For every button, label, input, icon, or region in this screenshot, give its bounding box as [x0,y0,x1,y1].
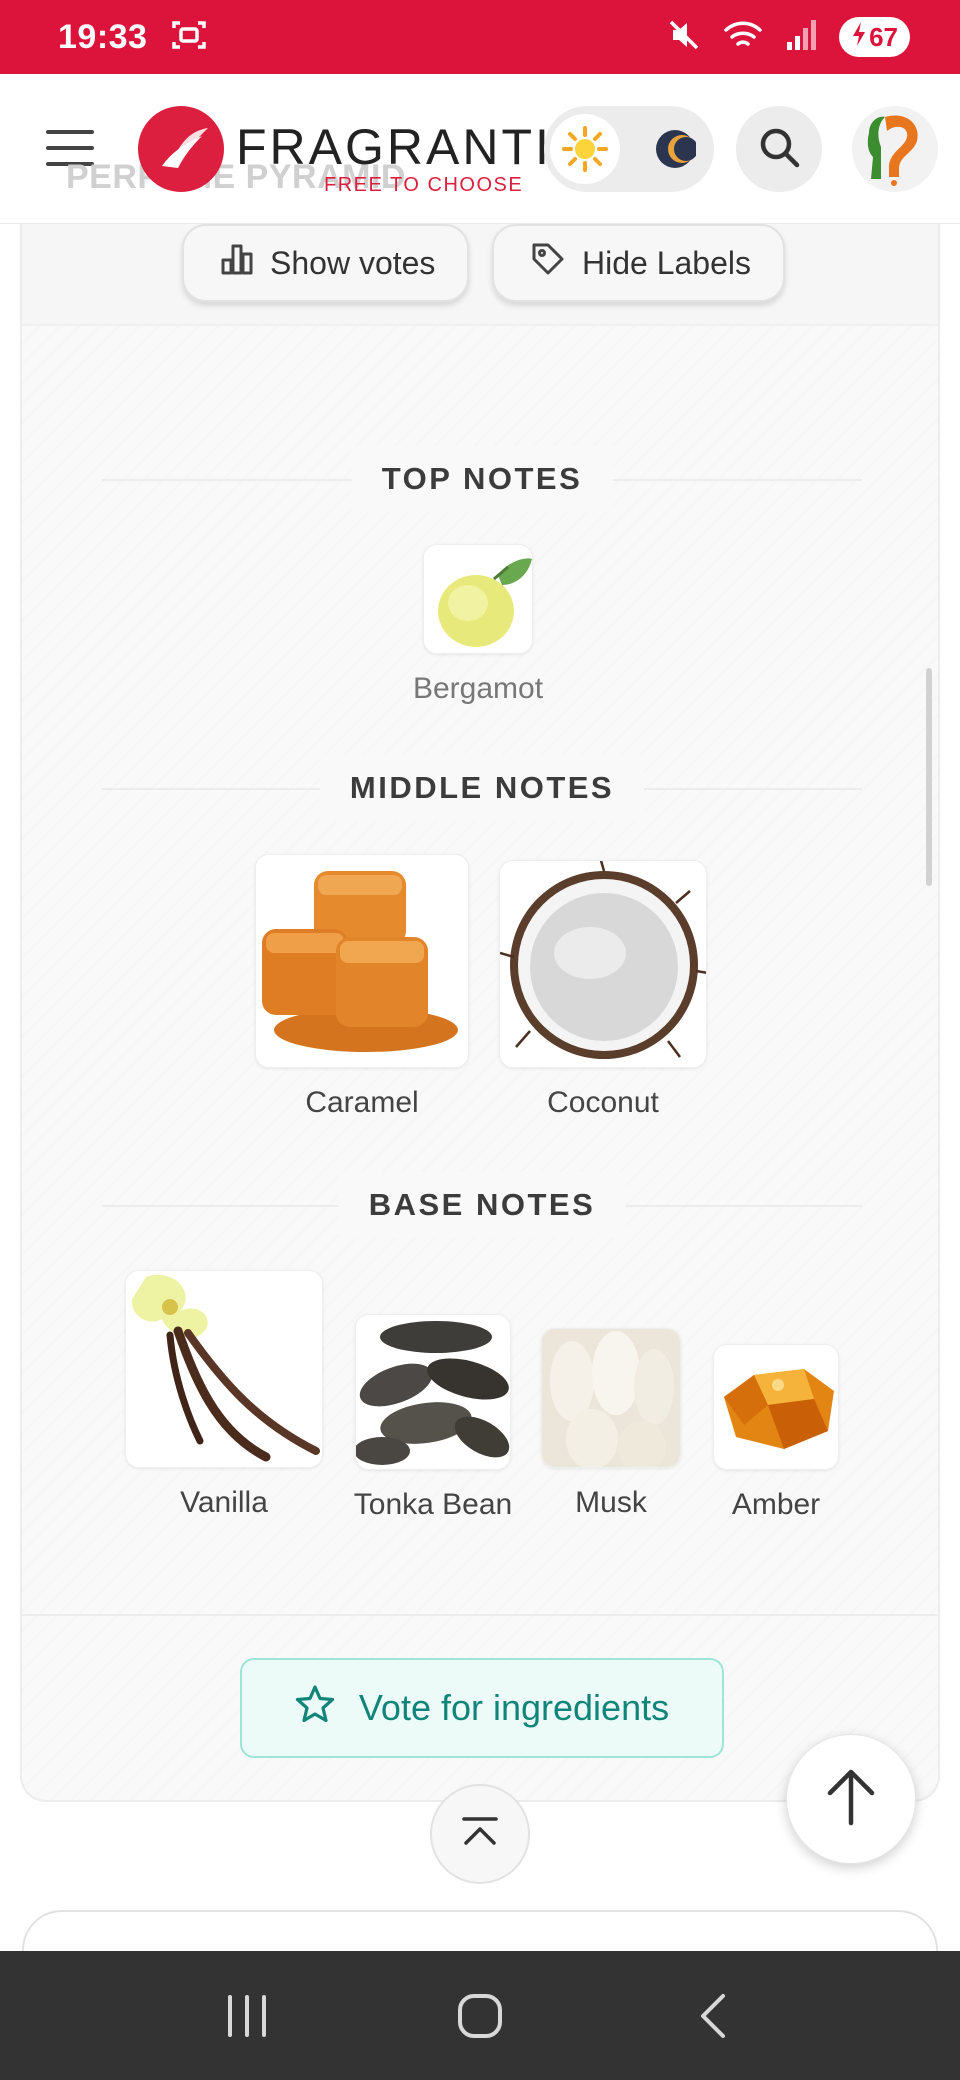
site-header: PERFUME PYRAMID FRAGRANTIC FREE TO CHOOS… [0,74,960,224]
collapse-button[interactable] [430,1784,530,1884]
note-label-bergamot: Bergamot [412,672,544,705]
note-label-tonka-bean: Tonka Bean [353,1488,513,1521]
amber-image [713,1344,839,1470]
logo-bird-icon[interactable] [138,106,224,192]
bergamot-image [423,544,533,654]
musk-image [541,1328,681,1468]
tag-icon [530,241,566,285]
note-caramel[interactable]: Caramel [254,854,470,1120]
note-label-musk: Musk [575,1486,647,1519]
battery-indicator: 67 [839,17,910,57]
mute-icon [667,18,701,57]
base-notes-title: BASE NOTES [338,1172,626,1238]
show-votes-label: Show votes [270,244,436,281]
divider [22,1614,938,1616]
vote-button-label: Vote for ingredients [358,1687,670,1728]
back-icon[interactable] [673,1976,753,2056]
status-time: 19:33 [58,17,148,56]
note-label-vanilla: Vanilla [180,1486,268,1519]
hide-labels-label: Hide Labels [582,244,751,281]
note-bergamot[interactable]: Bergamot [413,544,543,706]
arrow-up-icon [826,1767,876,1832]
vanilla-image [125,1270,323,1468]
avatar[interactable] [852,106,938,192]
scroll-to-top-button[interactable] [786,1734,916,1864]
note-musk[interactable]: Musk [540,1328,682,1520]
middle-notes-title: MIDDLE NOTES [319,755,645,821]
home-icon[interactable] [440,1976,520,2056]
bar-chart-icon [220,242,254,284]
chevron-up-icon [460,1815,500,1854]
note-vanilla[interactable]: Vanilla [124,1270,324,1520]
tonka-bean-image [355,1314,511,1470]
sun-icon[interactable] [550,114,620,184]
hide-labels-button[interactable]: Hide Labels [492,224,785,302]
perfume-pyramid-card: Show votes Hide Labels TOP NOTES Bergamo… [20,224,940,1802]
note-label-caramel: Caramel [305,1086,419,1119]
theme-toggle[interactable] [544,106,714,192]
middle-notes-heading: MIDDLE NOTES [22,755,942,821]
show-votes-button[interactable]: Show votes [182,224,470,302]
screenshot-icon [171,18,207,57]
note-label-coconut: Coconut [547,1086,659,1119]
search-icon [757,125,801,174]
note-label-amber: Amber [731,1488,821,1521]
logo-tagline: FREE TO CHOOSE [324,174,524,196]
battery-charging-icon [851,21,867,54]
pyramid-toolbar [22,224,938,326]
search-button[interactable] [736,106,822,192]
battery-level: 67 [869,21,898,52]
status-bar: 19:33 67 [0,0,960,74]
avatar-icon [855,107,935,192]
logo-text[interactable]: FRAGRANTIC [236,118,591,176]
wifi-icon [723,18,763,57]
top-notes-heading: TOP NOTES [22,446,942,512]
vote-for-ingredients-button[interactable]: Vote for ingredients [240,1658,724,1758]
base-notes-heading: BASE NOTES [22,1172,942,1238]
star-icon [295,1684,335,1733]
moon-icon[interactable] [654,128,698,170]
note-tonka-bean[interactable]: Tonka Bean [354,1314,512,1522]
top-notes-title: TOP NOTES [351,446,613,512]
note-coconut[interactable]: Coconut [498,860,708,1120]
recent-apps-icon[interactable] [207,1976,287,2056]
signal-icon [785,18,817,57]
coconut-image [499,860,707,1068]
note-amber[interactable]: Amber [712,1344,840,1522]
system-nav-bar [0,1951,960,2080]
caramel-image [255,854,469,1068]
